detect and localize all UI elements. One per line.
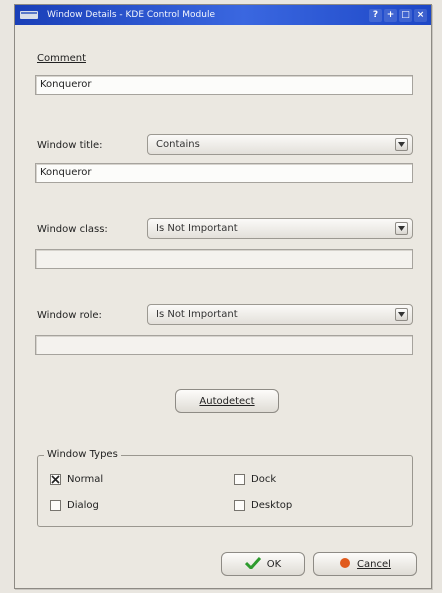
window-details-dialog: Window Details - KDE Control Module ? + … xyxy=(14,4,432,589)
window-class-label: Window class: xyxy=(37,224,108,235)
minimize-button[interactable]: + xyxy=(384,8,397,22)
window-title-label: Window title: xyxy=(37,140,103,151)
checkbox-unchecked-icon xyxy=(234,474,245,485)
checkbox-normal[interactable]: Normal xyxy=(50,474,103,485)
window-types-title: Window Types xyxy=(44,449,121,460)
ok-button[interactable]: OK xyxy=(221,552,305,576)
checkbox-dialog[interactable]: Dialog xyxy=(50,500,99,511)
cancel-icon xyxy=(339,557,351,572)
window-role-label: Window role: xyxy=(37,310,102,321)
window-menu-icon[interactable] xyxy=(19,9,39,21)
checkbox-checked-icon xyxy=(50,474,61,485)
maximize-button[interactable]: □ xyxy=(399,8,412,22)
cancel-button[interactable]: Cancel xyxy=(313,552,417,576)
close-button[interactable]: × xyxy=(414,8,427,22)
comment-label: Comment xyxy=(37,53,86,64)
checkbox-normal-label: Normal xyxy=(67,474,104,485)
window-role-match-combo[interactable]: Is Not Important xyxy=(147,304,413,325)
checkbox-dock[interactable]: Dock xyxy=(234,474,276,485)
window-class-match-combo[interactable]: Is Not Important xyxy=(147,218,413,239)
cancel-label: Cancel xyxy=(357,558,391,570)
window-title: Window Details - KDE Control Module xyxy=(47,10,216,20)
window-title-match-combo[interactable]: Contains xyxy=(147,134,413,155)
window-role-field[interactable] xyxy=(35,335,413,355)
checkbox-dock-label: Dock xyxy=(251,474,277,485)
window-title-field[interactable]: Konqueror xyxy=(35,163,413,183)
help-button[interactable]: ? xyxy=(369,8,382,22)
checkbox-dialog-label: Dialog xyxy=(67,500,99,511)
checkbox-unchecked-icon xyxy=(234,500,245,511)
window-class-match-value: Is Not Important xyxy=(156,223,238,234)
checkmark-icon xyxy=(244,556,261,572)
checkbox-desktop-label: Desktop xyxy=(251,500,293,511)
ok-label: OK xyxy=(266,558,282,570)
checkbox-desktop[interactable]: Desktop xyxy=(234,500,292,511)
chevron-down-icon xyxy=(395,138,408,151)
window-class-field[interactable] xyxy=(35,249,413,269)
comment-field[interactable]: Konqueror xyxy=(35,75,413,95)
title-bar[interactable]: Window Details - KDE Control Module ? + … xyxy=(15,5,431,25)
chevron-down-icon xyxy=(395,308,408,321)
checkbox-unchecked-icon xyxy=(50,500,61,511)
autodetect-button[interactable]: Autodetect xyxy=(175,389,279,413)
window-title-match-value: Contains xyxy=(156,139,200,150)
chevron-down-icon xyxy=(395,222,408,235)
window-role-match-value: Is Not Important xyxy=(156,309,238,320)
window-types-group: Window Types Normal Dock Dialog Desktop xyxy=(37,449,413,527)
